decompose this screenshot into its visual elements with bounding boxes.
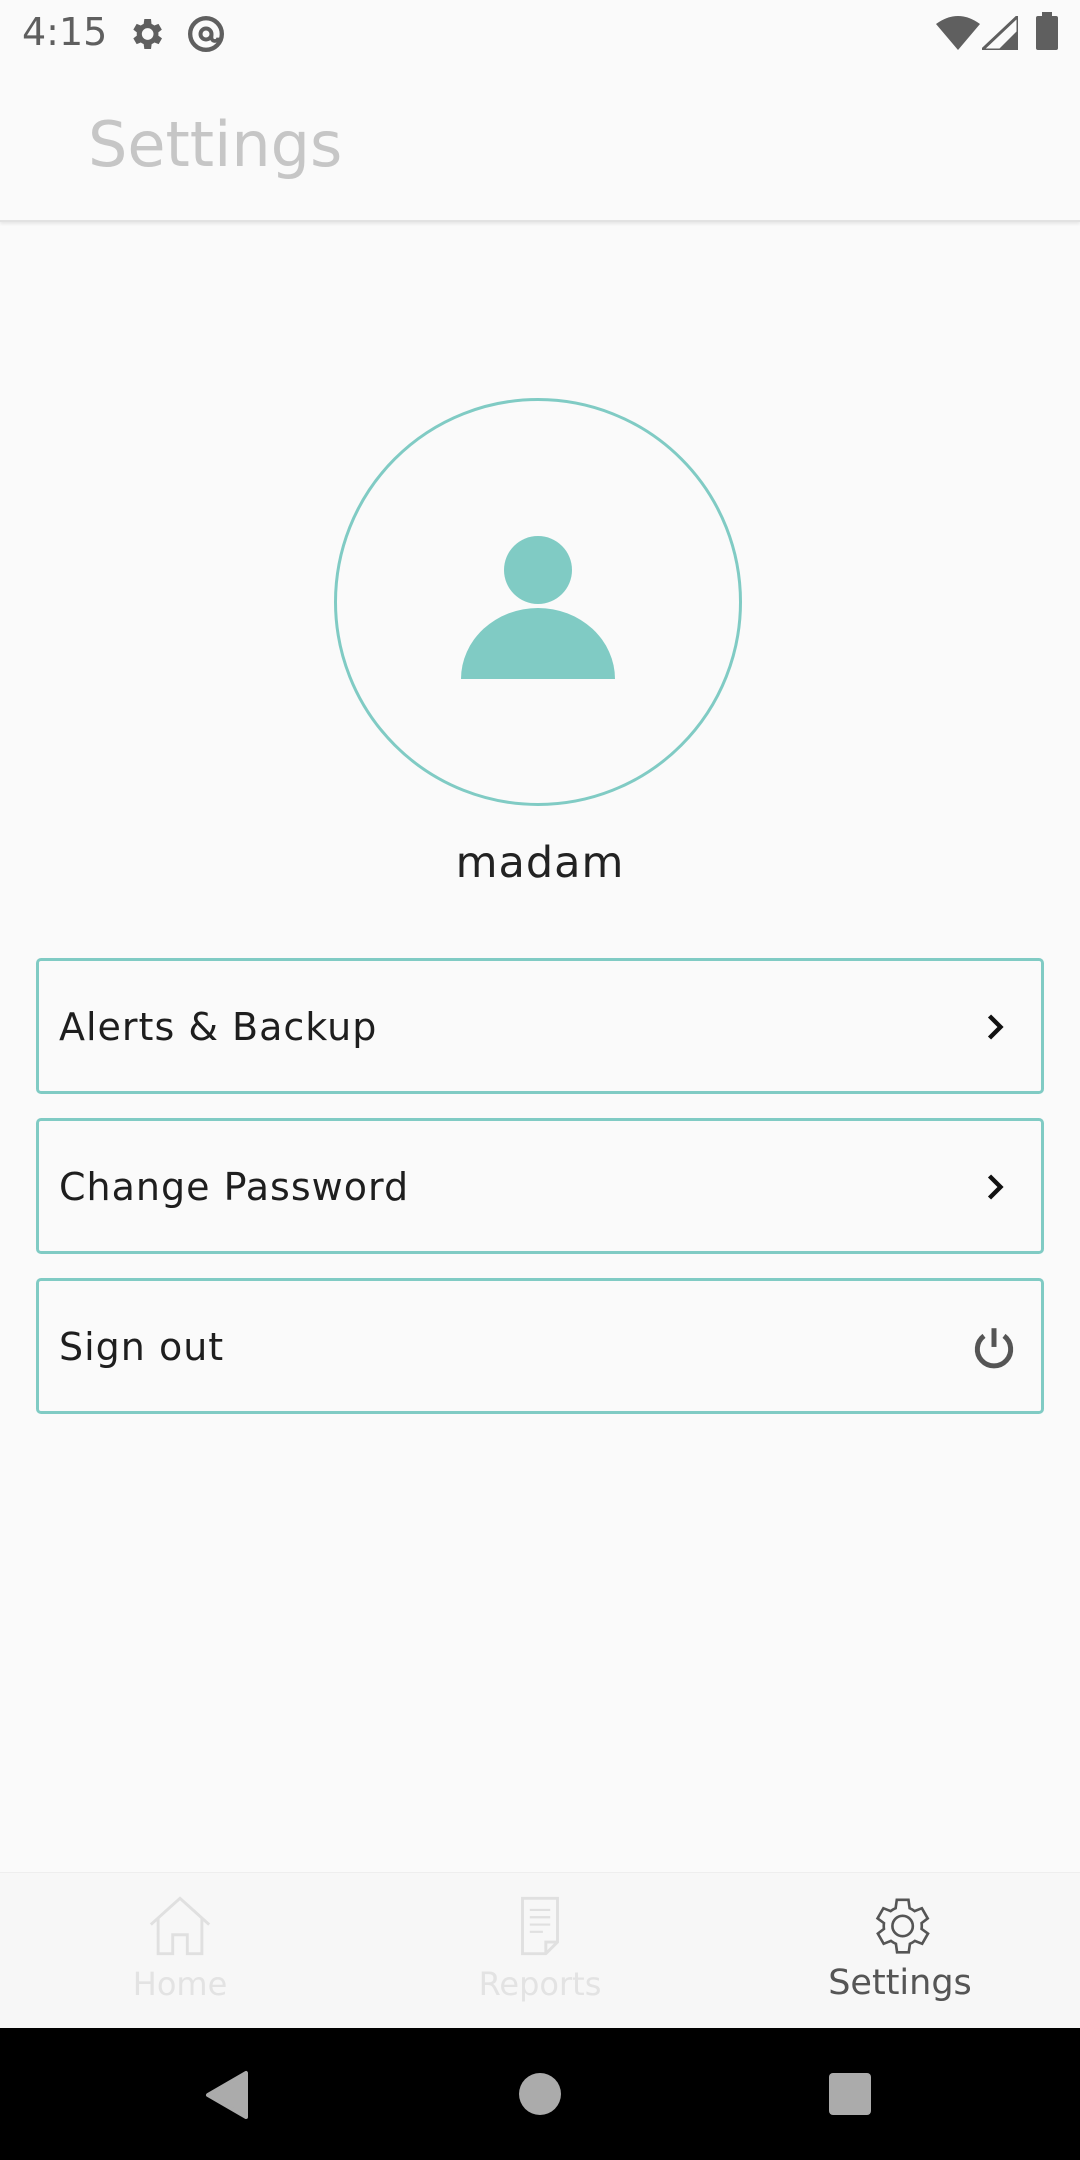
chevron-right-icon: [987, 1014, 1004, 1040]
power-icon: [974, 1328, 1014, 1369]
menu-item-label: Sign out: [59, 1325, 225, 1369]
nav-label-settings: Settings: [828, 1963, 972, 2003]
status-bar: 4:15: [0, 0, 1080, 66]
home-circle-icon[interactable]: [518, 2072, 562, 2116]
username: madam: [455, 838, 625, 888]
status-time: 4:15: [22, 10, 108, 54]
signal-icon: [978, 12, 1020, 55]
change-password-button[interactable]: Change Password: [36, 1118, 1044, 1254]
alerts-backup-button[interactable]: Alerts & Backup: [36, 958, 1044, 1094]
home-icon: [149, 1896, 211, 1956]
nav-item-settings[interactable]: Settings: [720, 1873, 1080, 2029]
menu-item-label: Change Password: [59, 1165, 410, 1209]
person-icon: [461, 536, 615, 679]
recents-square-icon[interactable]: [828, 2072, 872, 2116]
battery-icon: [1036, 12, 1058, 55]
settings-screen: 4:15 Settings madam Alerts & Backup Chan…: [0, 0, 1080, 2160]
nav-label-home: Home: [132, 1965, 228, 2003]
chevron-right-icon: [987, 1174, 1004, 1200]
gear-icon: [126, 14, 166, 59]
sign-out-button[interactable]: Sign out: [36, 1278, 1044, 1414]
app-bar: Settings: [0, 66, 1080, 222]
at-sign-icon: [186, 14, 226, 59]
nav-item-reports[interactable]: Reports: [360, 1873, 720, 2029]
back-icon[interactable]: [204, 2070, 248, 2120]
bottom-navigation: Home Reports Settings: [0, 1872, 1080, 2029]
gear-icon: [875, 1898, 930, 1954]
wifi-icon: [936, 16, 980, 55]
nav-label-reports: Reports: [478, 1965, 602, 2003]
nav-item-home[interactable]: Home: [0, 1873, 360, 2029]
page-title: Settings: [88, 108, 343, 181]
menu-item-label: Alerts & Backup: [59, 1005, 378, 1049]
system-navigation-bar: [0, 2028, 1080, 2160]
avatar[interactable]: [334, 398, 742, 806]
document-icon: [521, 1896, 559, 1956]
